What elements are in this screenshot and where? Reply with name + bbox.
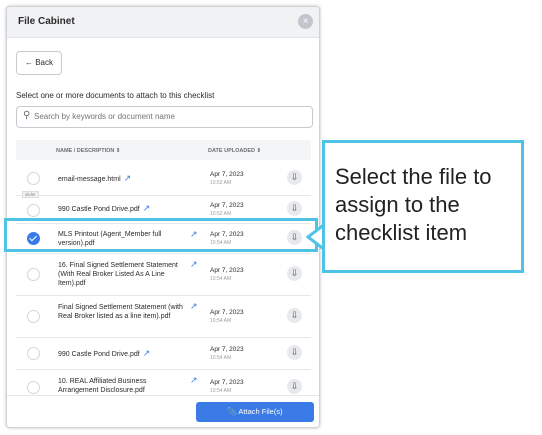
upload-date: Apr 7, 2023 xyxy=(210,379,244,386)
search-icon: ⚲ xyxy=(23,110,31,121)
external-link-icon[interactable]: ↗ xyxy=(124,174,132,183)
file-cabinet-modal: File Cabinet × ← Back Select one or more… xyxy=(6,6,320,428)
close-icon[interactable]: × xyxy=(298,14,313,29)
upload-date: Apr 7, 2023 xyxy=(210,202,244,209)
cloud-download-icon[interactable]: ⇩ xyxy=(287,379,302,394)
upload-date: Apr 7, 2023 xyxy=(210,346,244,353)
cloud-download-icon[interactable]: ⇩ xyxy=(287,266,302,281)
file-name: 16. Final Signed Settlement Statement (W… xyxy=(58,262,178,287)
cloud-download-icon[interactable]: ⇩ xyxy=(287,201,302,216)
search-box: ⚲ xyxy=(16,106,313,128)
cloud-download-icon[interactable]: ⇩ xyxy=(287,170,302,185)
modal-header: File Cabinet × xyxy=(7,7,319,38)
cloud-download-icon[interactable]: ⇩ xyxy=(287,345,302,360)
upload-time: 10:54 AM xyxy=(210,318,232,324)
instruction-text: Select one or more documents to attach t… xyxy=(16,91,215,100)
callout-text: Select the file to assign to the checkli… xyxy=(335,164,492,245)
upload-time: 10:54 AM xyxy=(210,355,232,361)
upload-date: Apr 7, 2023 xyxy=(210,171,244,178)
file-name: Final Signed Settlement Statement (with … xyxy=(58,304,183,320)
table-row[interactable]: email-message.html ↗ Apr 7, 2023 10:52 AM… xyxy=(16,161,311,196)
table-header: NAME / DESCRIPTION ⇕ DATE UPLOADED ⇕ xyxy=(16,140,311,160)
row-radio[interactable] xyxy=(27,310,40,323)
file-name: 990 Castle Pond Drive.pdf ↗ xyxy=(58,348,151,359)
column-date-header[interactable]: DATE UPLOADED ⇕ xyxy=(208,148,261,154)
external-link-icon[interactable]: ↗ xyxy=(143,204,151,213)
file-name: email-message.html ↗ xyxy=(58,173,132,184)
table-row[interactable]: Final Signed Settlement Statement (with … xyxy=(16,295,311,338)
table-row[interactable]: 990 Castle Pond Drive.pdf ↗ Apr 7, 2023 1… xyxy=(16,337,311,370)
table-row[interactable]: 16. Final Signed Settlement Statement (W… xyxy=(16,253,311,296)
external-link-icon[interactable]: ↗ xyxy=(143,349,151,358)
modal-footer: 📎 Attach File(s) xyxy=(7,395,319,427)
file-name: 990 Castle Pond Drive.pdf ↗ xyxy=(58,203,151,214)
modal-title: File Cabinet xyxy=(18,16,75,27)
search-input[interactable] xyxy=(34,109,304,124)
attach-files-button[interactable]: 📎 Attach File(s) xyxy=(196,402,314,422)
upload-time: 10:52 AM xyxy=(210,211,232,217)
attach-files-label: Attach File(s) xyxy=(238,407,283,416)
selected-row-highlight xyxy=(4,218,318,252)
upload-time: 10:52 AM xyxy=(210,180,232,186)
file-name: 10. REAL Affiliated Business Arrangement… xyxy=(58,378,147,394)
upload-date: Apr 7, 2023 xyxy=(210,267,244,274)
callout-box: Select the file to assign to the checkli… xyxy=(322,140,524,273)
upload-time: 10:54 AM xyxy=(210,276,232,282)
row-radio[interactable] xyxy=(27,204,40,217)
back-button[interactable]: ← Back xyxy=(16,51,62,75)
external-link-icon[interactable]: ↗ xyxy=(190,259,198,270)
upload-time: 10:54 AM xyxy=(210,388,232,394)
row-radio[interactable] xyxy=(27,381,40,394)
external-link-icon[interactable]: ↗ xyxy=(190,375,198,386)
column-name-header[interactable]: NAME / DESCRIPTION ⇕ xyxy=(56,148,121,154)
row-radio[interactable] xyxy=(27,172,40,185)
row-radio[interactable] xyxy=(27,347,40,360)
upload-date: Apr 7, 2023 xyxy=(210,309,244,316)
row-radio[interactable] xyxy=(27,268,40,281)
external-link-icon[interactable]: ↗ xyxy=(190,301,198,312)
cloud-download-icon[interactable]: ⇩ xyxy=(287,308,302,323)
paperclip-icon: 📎 xyxy=(227,407,239,416)
